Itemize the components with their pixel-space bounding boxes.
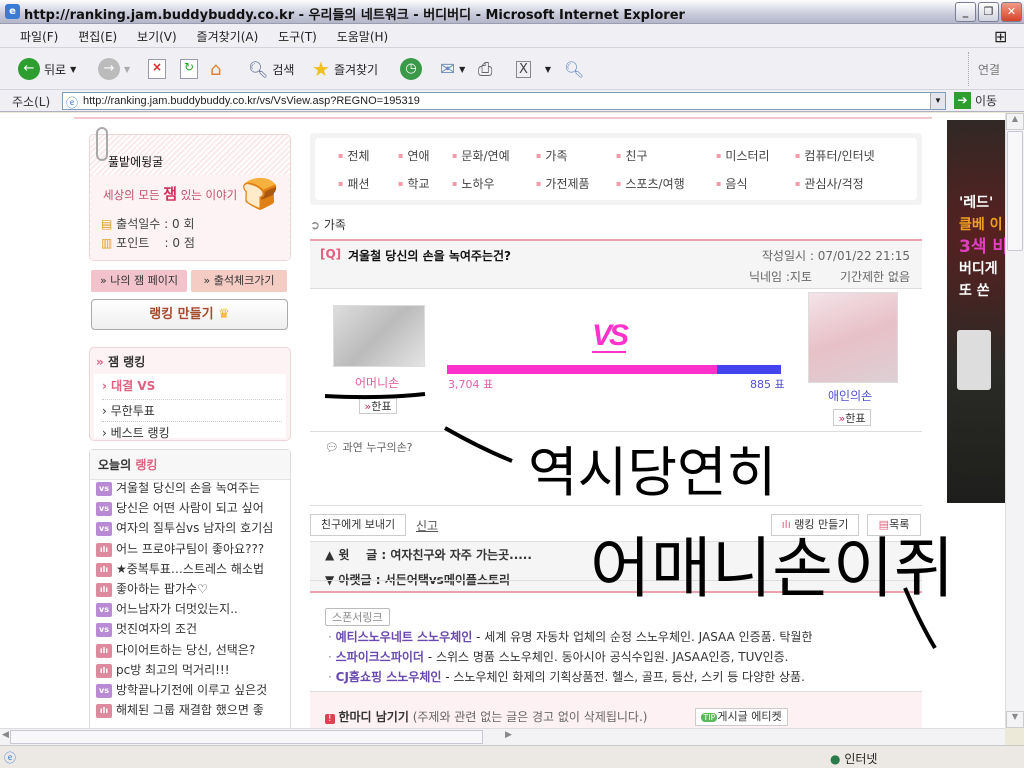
horizontal-scrollbar[interactable]: ◀ ▶ xyxy=(0,728,1005,745)
zone-indicator: ● 인터넷 xyxy=(830,752,878,766)
minimize-button[interactable]: _ xyxy=(955,2,976,22)
ie-status-icon: ⓔ xyxy=(4,751,17,765)
research-icon: 🔍︎ xyxy=(564,59,585,79)
forward-arrow-icon: → xyxy=(98,58,120,80)
forward-button[interactable]: → ▼ xyxy=(98,57,130,81)
star-icon: ★ xyxy=(312,57,330,81)
go-arrow-icon: ➔ xyxy=(954,92,971,109)
scroll-thumb[interactable] xyxy=(1007,131,1023,251)
windows-logo-icon: ⊞ xyxy=(994,27,1008,46)
menu-file[interactable]: 파일(F) xyxy=(20,30,58,44)
printer-icon: ⎙ xyxy=(478,58,493,80)
menu-favorites[interactable]: 즐겨찾기(A) xyxy=(197,30,259,44)
menu-view[interactable]: 보기(V) xyxy=(137,30,177,44)
underline-stroke xyxy=(324,392,426,400)
home-button[interactable]: ⌂ xyxy=(210,57,221,81)
page-content: 풀밭에뒹굴 세상의 모든 잼 있는 이야기 🍞 ▤ 출석일수 : 0 회 ▥ 포… xyxy=(0,113,1005,728)
menu-bar: 파일(F) 편집(E) 보기(V) 즐겨찾기(A) 도구(T) 도움말(H) ⊞ xyxy=(0,24,1024,48)
home-icon: ⌂ xyxy=(210,58,222,80)
go-button[interactable]: ➔ 이동 xyxy=(954,92,997,109)
refresh-icon: ↻ xyxy=(180,59,198,79)
refresh-button[interactable]: ↻ xyxy=(180,57,198,81)
research-button[interactable]: 🔍︎ xyxy=(564,57,584,81)
address-bar: 주소(L) ⓔ http://ranking.jam.buddybuddy.co.… xyxy=(0,90,1024,112)
address-dropdown[interactable]: ▼ xyxy=(930,93,945,109)
search-icon: 🔍︎ xyxy=(248,59,269,79)
favorites-button[interactable]: ★ 즐겨찾기 xyxy=(312,57,378,81)
hscroll-thumb[interactable] xyxy=(10,730,483,744)
toolbar: ← 뒤로 ▼ → ▼ × ↻ ⌂ 🔍︎ 검색 ★ 즐겨찾기 ◷ ✉ ▼ ⎙ X ▼ 🔍︎ 연결 xyxy=(0,48,1024,90)
back-arrow-icon: ← xyxy=(18,58,40,80)
page-icon: ⓔ xyxy=(66,96,79,110)
menu-tools[interactable]: 도구(T) xyxy=(278,30,317,44)
ie-icon: e xyxy=(5,4,20,19)
title-bar: e http://ranking.jam.buddybuddy.co.kr - … xyxy=(0,0,1024,24)
history-icon: ◷ xyxy=(400,58,422,80)
links-button[interactable]: 연결 xyxy=(978,57,1000,81)
restore-button[interactable]: ❐ xyxy=(978,2,999,22)
mail-icon: ✉ xyxy=(440,58,456,80)
stop-button[interactable]: × xyxy=(148,57,166,81)
window-title: http://ranking.jam.buddybuddy.co.kr - 우리… xyxy=(24,8,685,23)
back-button[interactable]: ← 뒤로 ▼ xyxy=(18,57,76,81)
annotation-text-1: 역시당연히 xyxy=(528,441,776,504)
search-button[interactable]: 🔍︎ 검색 xyxy=(248,57,294,81)
address-label: 주소(L) xyxy=(12,95,51,109)
status-bar: ⓔ ● 인터넷 xyxy=(0,745,1024,768)
menu-edit[interactable]: 편집(E) xyxy=(78,30,117,44)
handwritten-annotation: 역시당연히 어매니손이쥐 xyxy=(324,392,954,650)
history-button[interactable]: ◷ xyxy=(400,57,422,81)
excel-icon: X xyxy=(516,60,531,78)
mail-button[interactable]: ✉ ▼ xyxy=(440,57,465,81)
edit-button[interactable]: X ▼ xyxy=(516,57,551,81)
address-input[interactable]: ⓔ http://ranking.jam.buddybuddy.co.kr/vs/… xyxy=(62,92,946,110)
annotation-text-2: 어매니손이쥐 xyxy=(590,530,954,607)
stop-icon: × xyxy=(148,59,166,79)
globe-icon: ● xyxy=(830,752,841,766)
pointer-stroke xyxy=(444,426,513,463)
close-button[interactable]: ✕ xyxy=(1001,2,1022,22)
print-button[interactable]: ⎙ xyxy=(478,57,492,81)
vertical-scrollbar[interactable]: ▲ ▼ xyxy=(1005,113,1024,728)
menu-help[interactable]: 도움말(H) xyxy=(337,30,389,44)
